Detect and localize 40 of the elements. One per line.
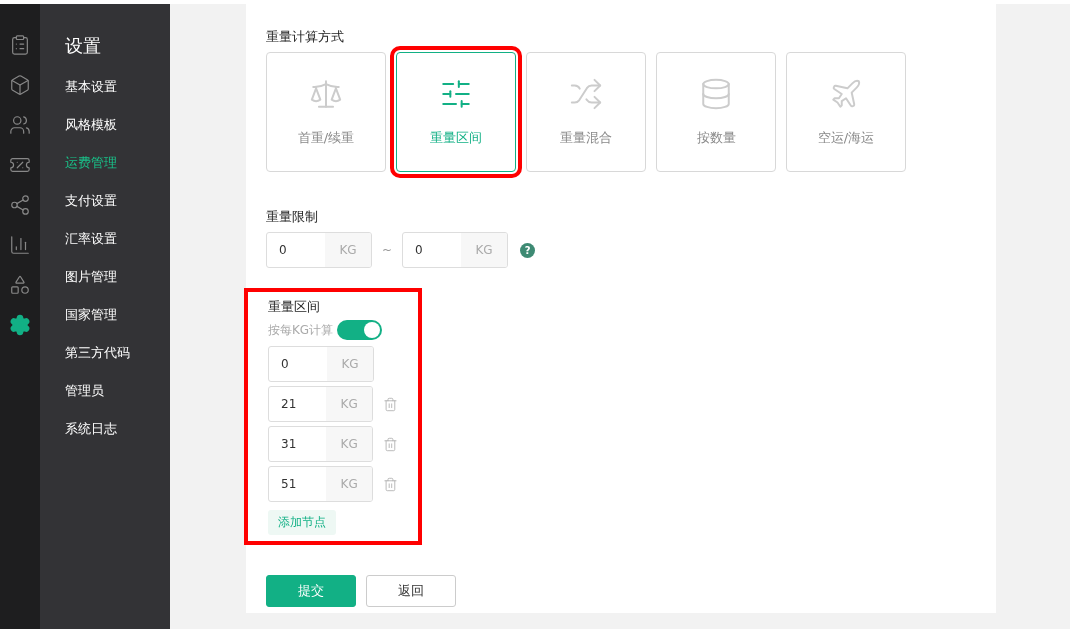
sidebar-item[interactable]: 图片管理 xyxy=(65,268,117,306)
sliders-icon xyxy=(439,77,473,111)
section-label: 重量限制 xyxy=(266,208,318,226)
shuffle-icon xyxy=(569,77,603,111)
interval-field[interactable]: 31 KG xyxy=(268,426,374,462)
plane-icon xyxy=(829,77,863,111)
sidebar-item[interactable]: 运费管理 xyxy=(65,154,117,192)
range-separator: ~ xyxy=(382,243,393,257)
nodes-icon[interactable] xyxy=(9,194,31,216)
stack-icon xyxy=(699,77,733,111)
section-label: 重量计算方式 xyxy=(266,28,344,46)
interval-field[interactable]: 0 KG xyxy=(268,346,374,382)
section-label: 重量区间 xyxy=(268,298,320,316)
sidebar-item[interactable]: 系统日志 xyxy=(65,420,117,458)
users-icon[interactable] xyxy=(9,114,31,136)
interval-field[interactable]: 21 KG xyxy=(268,386,374,422)
help-icon[interactable]: ? xyxy=(520,242,536,258)
sidebar-item[interactable]: 管理员 xyxy=(65,382,104,420)
method-option[interactable]: 空运/海运 xyxy=(786,52,906,172)
toggle-label: 按每KG计算 xyxy=(268,321,334,339)
scale-icon xyxy=(309,77,343,111)
sidebar-item[interactable]: 第三方代码 xyxy=(65,344,130,382)
weight-min-field[interactable]: 0 KG xyxy=(266,232,372,268)
bar-chart-icon[interactable] xyxy=(9,234,31,256)
per-kg-switch[interactable] xyxy=(337,320,383,340)
method-option[interactable]: 重量混合 xyxy=(526,52,646,172)
method-option[interactable]: 首重/续重 xyxy=(266,52,386,172)
sidebar-item[interactable]: 风格模板 xyxy=(65,116,117,154)
sidebar-item[interactable]: 国家管理 xyxy=(65,306,117,344)
sidebar-title: 设置 xyxy=(65,34,102,58)
cube-icon[interactable] xyxy=(9,74,31,96)
back-button[interactable]: 返回 xyxy=(366,575,456,607)
clipboard-icon[interactable] xyxy=(9,34,31,56)
shapes-icon[interactable] xyxy=(9,274,31,296)
sidebar-item[interactable]: 基本设置 xyxy=(65,78,117,116)
sidebar-item[interactable]: 汇率设置 xyxy=(65,230,117,268)
interval-field[interactable]: 51 KG xyxy=(268,466,374,502)
method-option[interactable]: 按数量 xyxy=(656,52,776,172)
weight-max-field[interactable]: 0 KG xyxy=(402,232,509,268)
sidebar-item[interactable]: 支付设置 xyxy=(65,192,117,230)
